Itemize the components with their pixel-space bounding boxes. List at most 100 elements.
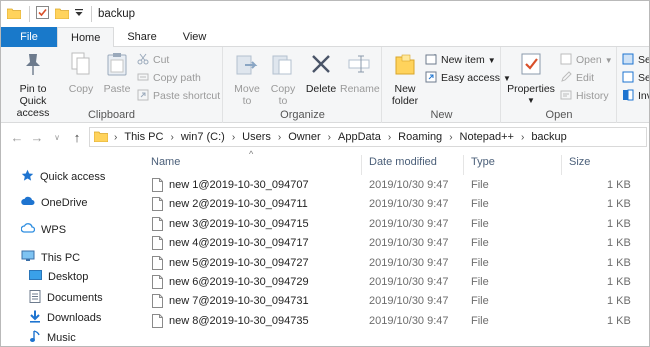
- breadcrumb-backup[interactable]: backup: [531, 131, 566, 143]
- file-name: new 7@2019-10-30_094731: [169, 295, 309, 308]
- file-row[interactable]: new 3@2019-10-30_094715 2019/10/30 9:47 Fi…: [137, 216, 649, 234]
- file-icon: [152, 216, 163, 234]
- breadcrumb-users[interactable]: Users: [242, 131, 271, 143]
- rename-button[interactable]: Rename: [340, 51, 380, 95]
- file-icon: [152, 236, 163, 253]
- chevron-right-icon[interactable]: ›: [521, 132, 524, 143]
- column-header-date-modified[interactable]: Date modified: [369, 156, 437, 174]
- open-button[interactable]: Open ▼: [560, 51, 613, 69]
- delete-button[interactable]: Delete: [304, 51, 338, 95]
- select-none-button[interactable]: Sel: [622, 69, 649, 87]
- new-folder-label: New folder: [391, 83, 419, 107]
- open-group-label: Open: [545, 109, 573, 121]
- paste-button[interactable]: Paste: [101, 51, 133, 95]
- properties-button[interactable]: Properties ▼: [506, 51, 556, 107]
- chevron-right-icon[interactable]: ›: [232, 132, 235, 143]
- delete-label: Delete: [305, 83, 337, 95]
- tab-view[interactable]: View: [170, 27, 220, 47]
- move-to-label: Move to: [234, 83, 260, 107]
- file-row[interactable]: new 6@2019-10-30_094729 2019/10/30 9:47 Fi…: [137, 274, 649, 292]
- chevron-right-icon[interactable]: ›: [388, 132, 391, 143]
- column-header-name[interactable]: Name: [151, 156, 180, 174]
- nav-documents[interactable]: Documents: [29, 290, 103, 306]
- paste-clipboard-icon: [101, 51, 133, 80]
- address-bar[interactable]: › This PC › win7 (C:) › Users › Owner › …: [89, 127, 647, 147]
- column-header-type[interactable]: Type: [471, 156, 495, 174]
- copy-path-button[interactable]: Copy path: [137, 69, 201, 87]
- tab-home[interactable]: Home: [57, 27, 115, 48]
- chevron-right-icon[interactable]: ›: [449, 132, 452, 143]
- customize-dropdown-icon[interactable]: [75, 8, 83, 21]
- file-row[interactable]: new 5@2019-10-30_094727 2019/10/30 9:47 Fi…: [137, 255, 649, 273]
- file-date-modified: 2019/10/30 9:47: [369, 198, 449, 211]
- new-folder-button[interactable]: New folder: [387, 51, 423, 107]
- breadcrumb-this-pc[interactable]: This PC: [124, 131, 163, 143]
- breadcrumb-appdata[interactable]: AppData: [338, 131, 381, 143]
- chevron-right-icon[interactable]: ›: [328, 132, 331, 143]
- invert-selection-label: Inv: [638, 90, 649, 102]
- new-folder-icon[interactable]: [54, 7, 70, 22]
- new-group-label: New: [430, 109, 453, 121]
- nav-wps[interactable]: WPS: [20, 223, 67, 236]
- recent-locations-chevron-icon[interactable]: ∨: [47, 133, 67, 142]
- paste-shortcut-button[interactable]: Paste shortcut: [137, 87, 220, 105]
- column-divider[interactable]: [561, 155, 562, 175]
- column-header-size[interactable]: Size: [569, 156, 590, 174]
- file-row[interactable]: new 8@2019-10-30_094735 2019/10/30 9:47 Fi…: [137, 313, 649, 331]
- easy-access-button[interactable]: Easy access ▼: [425, 69, 511, 87]
- nav-music[interactable]: Music: [29, 330, 76, 346]
- copy-to-label: Copy to: [270, 83, 296, 107]
- file-type: File: [471, 295, 489, 308]
- chevron-right-icon[interactable]: ›: [278, 132, 281, 143]
- nav-label: Downloads: [47, 312, 102, 324]
- copy-button[interactable]: Copy: [65, 51, 97, 95]
- pin-icon: [5, 51, 61, 80]
- file-row[interactable]: new 2@2019-10-30_094711 2019/10/30 9:47 Fi…: [137, 196, 649, 214]
- cut-button[interactable]: Cut: [137, 51, 169, 69]
- column-divider[interactable]: [361, 155, 362, 175]
- edit-button[interactable]: Edit: [560, 69, 594, 87]
- nav-this-pc[interactable]: This PC: [21, 250, 80, 265]
- desktop-icon: [29, 270, 42, 284]
- new-item-button[interactable]: New item ▼: [425, 51, 496, 69]
- nav-onedrive[interactable]: OneDrive: [21, 196, 87, 209]
- folder-icon[interactable]: [6, 7, 22, 22]
- invert-selection-button[interactable]: Inv: [622, 87, 649, 105]
- move-to-button[interactable]: Move to: [230, 51, 264, 107]
- breadcrumb-drive[interactable]: win7 (C:): [181, 131, 225, 143]
- delete-x-icon: [304, 51, 338, 80]
- history-button[interactable]: History: [560, 87, 609, 105]
- breadcrumb-owner[interactable]: Owner: [288, 131, 320, 143]
- file-type: File: [471, 237, 489, 250]
- file-row[interactable]: new 4@2019-10-30_094717 2019/10/30 9:47 Fi…: [137, 235, 649, 253]
- title-divider: [91, 6, 92, 22]
- nav-quick-access[interactable]: Quick access: [21, 169, 105, 185]
- forward-arrow-icon[interactable]: →: [27, 130, 47, 145]
- file-row[interactable]: new 7@2019-10-30_094731 2019/10/30 9:47 Fi…: [137, 293, 649, 311]
- cloud-icon: [21, 196, 35, 209]
- tab-file[interactable]: File: [1, 27, 57, 47]
- copy-to-button[interactable]: Copy to: [266, 51, 300, 107]
- breadcrumb-notepadpp[interactable]: Notepad++: [460, 131, 514, 143]
- up-arrow-icon[interactable]: ↑: [67, 130, 87, 145]
- nav-desktop[interactable]: Desktop: [29, 270, 88, 284]
- select-all-button[interactable]: Sel: [622, 51, 649, 69]
- nav-label: Music: [47, 332, 76, 344]
- tab-share[interactable]: Share: [114, 27, 169, 47]
- chevron-right-icon[interactable]: ›: [170, 132, 173, 143]
- column-divider[interactable]: [463, 155, 464, 175]
- properties-check-icon[interactable]: [36, 6, 49, 22]
- copy-icon: [65, 51, 97, 80]
- breadcrumb-roaming[interactable]: Roaming: [398, 131, 442, 143]
- file-date-modified: 2019/10/30 9:47: [369, 314, 449, 327]
- chevron-right-icon[interactable]: ›: [114, 132, 117, 143]
- file-size: 1 KB: [607, 237, 631, 250]
- back-arrow-icon[interactable]: ←: [7, 130, 27, 145]
- title-divider: [29, 6, 30, 22]
- copy-label: Copy: [68, 83, 94, 95]
- nav-downloads[interactable]: Downloads: [29, 310, 101, 326]
- nav-label: WPS: [41, 223, 67, 236]
- open-group: Properties ▼ Open ▼ Edit History Open: [502, 47, 617, 123]
- file-row[interactable]: new 1@2019-10-30_094707 2019/10/30 9:47 Fi…: [137, 177, 649, 195]
- file-date-modified: 2019/10/30 9:47: [369, 295, 449, 308]
